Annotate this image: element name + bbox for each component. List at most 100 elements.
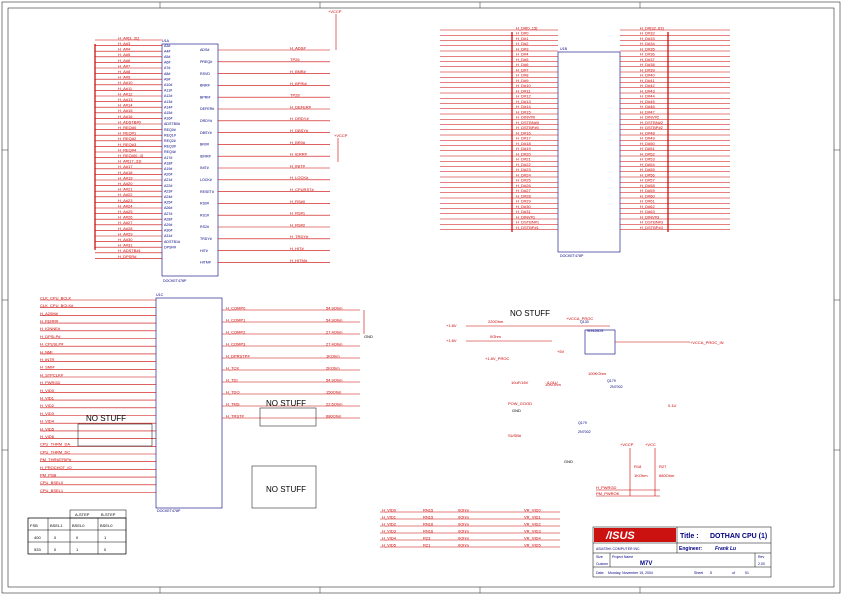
u1a-right-pin-label: RS2# — [200, 225, 209, 229]
u1b-right-net: H_DSTBP#2 — [640, 125, 664, 130]
u1c-left-net: H_NMI — [40, 349, 52, 354]
vid-right-net: VR_VID3 — [524, 528, 541, 533]
u1a-left-net: H_A#28 — [118, 226, 133, 231]
u1a-left-net: H_A#5 — [118, 52, 131, 57]
u1a-left-net: H_A#20 — [118, 181, 133, 186]
svg-text:Frank Lu: Frank Lu — [715, 546, 736, 552]
u1c-left-net: H_PROCHOT_IO — [40, 465, 72, 470]
vid-right-net: VR_VID0 — [524, 507, 541, 512]
svg-text:+VCCA_PROC_IN: +VCCA_PROC_IN — [690, 340, 724, 345]
svg-text:H_PWRGD: H_PWRGD — [596, 485, 617, 490]
rail-vccp-top: +VCCP — [328, 9, 342, 50]
u1b-part: DOCKET478P — [560, 254, 584, 258]
u1a-left-net: H_ADSTB#1 — [118, 248, 142, 253]
bsel-cell: 400 — [34, 535, 41, 540]
u1b-right-net: H_D#40 — [640, 73, 655, 78]
u1a-left-net: H_A#17 — [118, 164, 133, 169]
u1a-pin-label: REQ0# — [164, 128, 176, 132]
u1a-pin-label: A23# — [164, 189, 172, 193]
u1a-left-net: H_A#29 — [118, 231, 133, 236]
u1a-pin-label: A10# — [164, 83, 172, 87]
u1c-left-net: H_VID4 — [40, 419, 55, 424]
svg-text:10uF/16V: 10uF/16V — [511, 380, 529, 385]
u1a-right-pin-label: BNR# — [200, 84, 210, 88]
svg-text:Title :: Title : — [680, 533, 699, 540]
schematic-sheet: U1A DOCKET478P H_A#[3..31]H_A#3H_A#4H_A#… — [1, 1, 841, 594]
u1b-symbol: U1B DOCKET478P H_D#[0..15]H_D#0H_D#1H_D#… — [440, 25, 730, 258]
vid-resistor-ref: RN15 — [423, 514, 434, 519]
svg-text:Q130: Q130 — [580, 320, 589, 324]
vid-resistor-value: 0Ohm — [458, 521, 470, 526]
u1c-left-net: CPU_THRM_DA — [40, 442, 70, 447]
u1c-left-net: CPU_BSEL0 — [40, 480, 64, 485]
u1a-right-pin-label: HITM# — [200, 261, 211, 265]
u1b-right-net: H_D#63 — [640, 209, 655, 214]
svg-text:A-STEP: A-STEP — [75, 512, 90, 517]
svg-text:100KOhm: 100KOhm — [588, 371, 607, 376]
u1b-left-net: H_D#2 — [516, 41, 529, 46]
u1a-pin-label: A8# — [164, 72, 170, 76]
u1a-left-net: H_A#26 — [118, 215, 133, 220]
svg-text:Sheet: Sheet — [694, 571, 703, 575]
u1a-part: DOCKET478P — [163, 279, 187, 283]
u1a-pin-label: A4# — [164, 49, 170, 53]
svg-text:Custom: Custom — [596, 562, 608, 566]
u1a-right-net: H_RS#0 — [290, 199, 306, 204]
svg-text:1KOhm: 1KOhm — [634, 473, 648, 478]
u1b-left-net: H_D#17 — [516, 136, 531, 141]
rail-gnd-u1c: GND — [363, 310, 373, 339]
u1a-right-pin-label: ADS# — [200, 48, 209, 52]
svg-text:+VCCP: +VCCP — [328, 9, 342, 14]
u1b-left-net: H_DSTBN#0 — [516, 120, 540, 125]
u1b-left-net: H_DSTBP#1 — [516, 225, 540, 230]
u1b-left-net: H_D#3 — [516, 46, 529, 51]
u1b-right-net: H_D#36 — [640, 52, 655, 57]
u1a-left-net: H_ADSTB#0 — [118, 119, 142, 124]
u1a-pin-label: A31# — [164, 234, 172, 238]
u1a-left-net: H_REQ#2 — [118, 136, 137, 141]
u1a-left-net: H_REQ#4 — [118, 147, 137, 152]
u1a-pin-label: A14# — [164, 105, 172, 109]
bsel-cell: 1 — [104, 535, 107, 540]
vid-resistor-ref: R21 — [423, 542, 431, 547]
u1b-right-net: H_D#42 — [640, 83, 655, 88]
svg-text:/ISUS: /ISUS — [605, 530, 635, 542]
u1c-left-net: H_STPCLK# — [40, 372, 64, 377]
u1c-resistor-value: 54.9Ohm — [326, 377, 343, 382]
svg-text:0.1U: 0.1U — [668, 403, 677, 408]
u1a-pin-label: A24# — [164, 195, 172, 199]
u1a-ref: U1A — [162, 39, 170, 43]
u1a-right-pin-label: RESET# — [200, 190, 214, 194]
u1a-right-pin-label: INIT# — [200, 166, 209, 170]
u1c-resistor-value: 150Ohm — [326, 389, 342, 394]
svg-text:+VCCP: +VCCP — [620, 442, 634, 447]
u1b-right-net: H_D#34 — [640, 41, 655, 46]
vid-resistor-ref: R23 — [423, 535, 431, 540]
vid-left-net: H_VID4 — [382, 535, 397, 540]
u1b-left-net: H_D#30 — [516, 204, 531, 209]
u1b-right-net: H_D#41 — [640, 78, 655, 83]
vid-left-net: H_VID5 — [382, 542, 397, 547]
pwrgood-section: +VCCP +VCC R18 1KOhm R27 680Ohm H_PWRGD … — [596, 442, 675, 497]
svg-text:+VCC: +VCC — [645, 442, 656, 447]
svg-text:680Ohm: 680Ohm — [659, 473, 675, 478]
u1b-left-net: H_DINV#1 — [516, 214, 536, 219]
svg-text:Monday, November 15, 2004: Monday, November 15, 2004 — [608, 571, 653, 575]
svg-text:SUSB#: SUSB# — [508, 433, 522, 438]
u1c-right-net: H_DPRSTP# — [226, 353, 250, 358]
u1b-left-net: H_D#6 — [516, 62, 529, 67]
u1b-right-net: H_D#48 — [640, 130, 655, 135]
vid-bus-section: H_VID0 RN15 0Ohm VR_VID0 H_VID1 RN15 0Ohm VR_VI… — [380, 507, 560, 547]
svg-text:PM_PWROK: PM_PWROK — [596, 491, 620, 496]
bsel-cell: 0 — [54, 547, 57, 552]
u1c-resistor-value: 27.4Ohm — [326, 341, 343, 346]
u1b-left-net: H_D#12 — [516, 94, 531, 99]
u1b-right-net: H_DSTBP#3 — [640, 225, 664, 230]
u1c-left-net: H_A20M# — [40, 311, 59, 316]
u1a-left-net: H_A#22 — [118, 192, 133, 197]
u1b-right-net: H_D#47 — [640, 109, 655, 114]
u1c-right-net: H_COMP2 — [226, 329, 246, 334]
u1a-left-net: H_A#12 — [118, 91, 133, 96]
vid-resistor-ref: RN15 — [423, 507, 434, 512]
u1a-right-pin-label: HIT# — [200, 249, 208, 253]
